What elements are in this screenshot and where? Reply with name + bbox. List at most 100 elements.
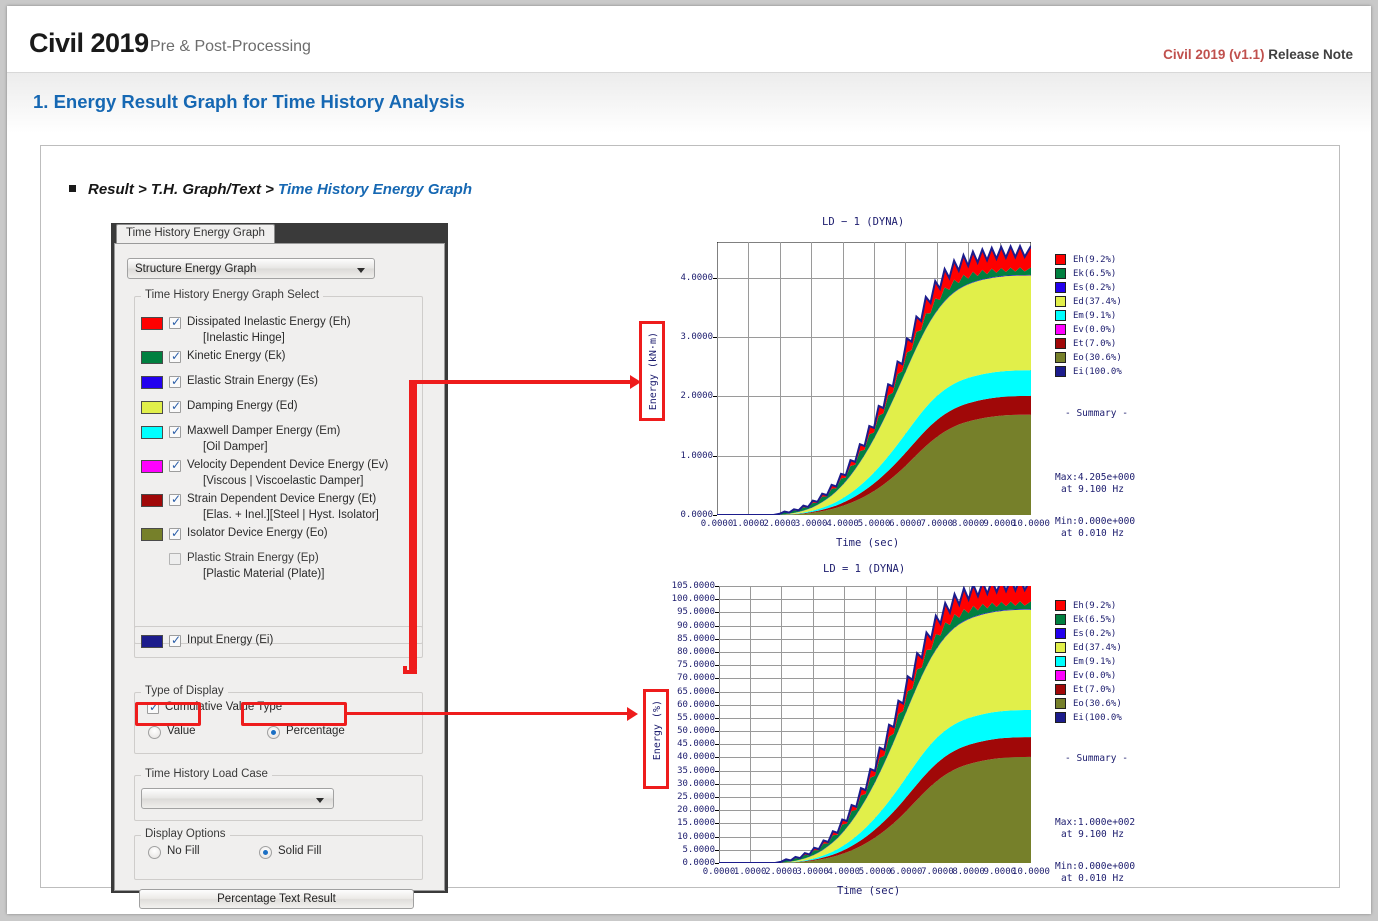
legend-swatch-Ek [1055, 614, 1066, 625]
y-tick-mark [715, 626, 719, 627]
legend-label-Ek: Ek(6.5%) [1073, 269, 1117, 279]
highlight-series-panel [409, 380, 417, 671]
series-sublabel-0: [Inelastic Hinge] [203, 332, 285, 344]
load-case-combo[interactable] [141, 788, 334, 809]
series-color-swatch[interactable] [141, 494, 163, 507]
series-sublabel-6: [Elas. + Inel.][Steel | Hyst. Isolator] [203, 509, 379, 521]
legend-label-Eo: Eo(30.6%) [1073, 353, 1122, 363]
y-tick: 20.0000 [677, 805, 715, 816]
solid-fill-radio[interactable] [259, 846, 272, 859]
legend-swatch-Eh [1055, 254, 1066, 265]
legend-label-Eo: Eo(30.6%) [1073, 699, 1122, 709]
legend-swatch-Es [1055, 628, 1066, 639]
energy-graph-select-label: Time History Energy Graph Select [141, 289, 324, 301]
series-label-2: Elastic Strain Energy (Es) [187, 375, 319, 387]
y-tick: 65.0000 [677, 686, 715, 697]
y-tick: 40.0000 [677, 752, 715, 763]
y-tick-mark [713, 515, 717, 516]
y-tick-mark [715, 599, 719, 600]
series-checkbox-6[interactable] [169, 492, 181, 506]
legend-label-Em: Em(9.1%) [1073, 657, 1117, 667]
graph-type-combo[interactable]: Structure Energy Graph [127, 258, 375, 279]
y-tick: 85.0000 [677, 633, 715, 644]
series-checkbox-0[interactable] [169, 315, 181, 329]
summary-min: Min:0.000e+000 [1055, 861, 1136, 872]
arrow-top-h [409, 380, 634, 384]
percentage-text-result-button[interactable]: Percentage Text Result [139, 889, 414, 909]
chart-title: LD − 1 (DYNA) [822, 216, 905, 228]
no-fill-radio[interactable] [148, 846, 161, 859]
y-axis-label-highlight: Energy (%) [643, 689, 669, 789]
series-checkbox-8[interactable] [169, 553, 181, 565]
load-case-label: Time History Load Case [141, 768, 272, 780]
y-tick: 70.0000 [677, 673, 715, 684]
series-checkbox-5[interactable] [169, 458, 181, 472]
summary-min-at: at 0.010 Hz [1061, 528, 1124, 539]
y-tick-mark [715, 823, 719, 824]
series-checkbox-2[interactable] [169, 374, 181, 388]
y-tick: 55.0000 [677, 712, 715, 723]
tab-time-history-energy-graph[interactable]: Time History Energy Graph [116, 224, 275, 243]
y-tick-mark [713, 278, 717, 279]
summary-heading: - Summary - [1065, 753, 1128, 764]
series-color-swatch[interactable] [141, 460, 163, 473]
y-tick-mark [715, 652, 719, 653]
brand-subtitle: Pre & Post-Processing [150, 38, 311, 55]
summary-max-at: at 9.100 Hz [1061, 484, 1124, 495]
y-axis-label: Energy (kN·m) [648, 332, 659, 411]
series-sublabel-4: [Oil Damper] [203, 441, 268, 453]
series-color-swatch[interactable] [141, 426, 163, 439]
series-checkbox-4[interactable] [169, 424, 181, 438]
release-note-label: Civil 2019 (v1.1) Release Note [1163, 47, 1353, 62]
legend-label-Et: Et(7.0%) [1073, 685, 1117, 695]
legend-swatch-Eo [1055, 698, 1066, 709]
y-tick-mark [715, 665, 719, 666]
y-axis-label: Energy (%) [652, 700, 663, 761]
series-color-swatch[interactable] [141, 528, 163, 541]
legend-swatch-Ek [1055, 268, 1066, 279]
series-color-swatch[interactable] [141, 317, 163, 330]
series-color-swatch[interactable] [141, 401, 163, 414]
arrow-bottom-h [347, 712, 631, 715]
series-color-swatch[interactable] [141, 376, 163, 389]
series-checkbox-3[interactable] [169, 399, 181, 413]
y-tick-mark [715, 757, 719, 758]
type-of-display-label: Type of Display [141, 685, 228, 697]
page-header: Civil 2019 Pre & Post-Processing Civil 2… [7, 6, 1371, 73]
y-tick: 45.0000 [677, 739, 715, 750]
y-tick-mark [715, 744, 719, 745]
series-label-7: Isolator Device Energy (Eo) [187, 527, 328, 539]
chart-title: LD = 1 (DYNA) [823, 563, 906, 575]
release-version: Civil 2019 (v1.1) [1163, 47, 1265, 62]
summary-heading: - Summary - [1065, 408, 1128, 419]
legend-label-Ev: Ev(0.0%) [1073, 671, 1117, 681]
y-axis-label-highlight: Energy (kN·m) [639, 321, 665, 421]
percentage-radio[interactable] [267, 726, 280, 739]
y-tick: 75.0000 [677, 660, 715, 671]
y-tick: 3.0000 [680, 331, 713, 342]
y-tick-mark [713, 396, 717, 397]
series-label-4: Maxwell Damper Energy (Em) [187, 425, 341, 437]
dialog-body: Structure Energy Graph Time History Ener… [114, 243, 445, 909]
y-tick-mark [715, 718, 719, 719]
y-tick: 1.0000 [680, 450, 713, 461]
summary-max: Max:1.000e+002 [1055, 817, 1136, 828]
bullet-icon [69, 185, 76, 193]
brand-title: Civil 2019 [29, 28, 149, 58]
input-energy-swatch [141, 635, 163, 648]
y-tick-mark [715, 678, 719, 679]
series-label-0: Dissipated Inelastic Energy (Eh) [187, 316, 351, 328]
input-energy-checkbox[interactable] [169, 633, 181, 647]
y-tick: 50.0000 [677, 726, 715, 737]
series-checkbox-1[interactable] [169, 349, 181, 363]
y-tick: 15.0000 [677, 818, 715, 829]
series-color-swatch[interactable] [141, 351, 163, 364]
series-checkbox-7[interactable] [169, 526, 181, 540]
y-tick: 105.0000 [671, 581, 715, 591]
y-tick: 30.0000 [677, 778, 715, 789]
y-tick-mark [715, 837, 719, 838]
x-axis-label: Time (sec) [836, 537, 900, 549]
value-radio[interactable] [148, 726, 161, 739]
dialog-tab-row: Time History Energy Graph [111, 223, 448, 243]
series-label-5: Velocity Dependent Device Energy (Ev) [187, 459, 389, 471]
